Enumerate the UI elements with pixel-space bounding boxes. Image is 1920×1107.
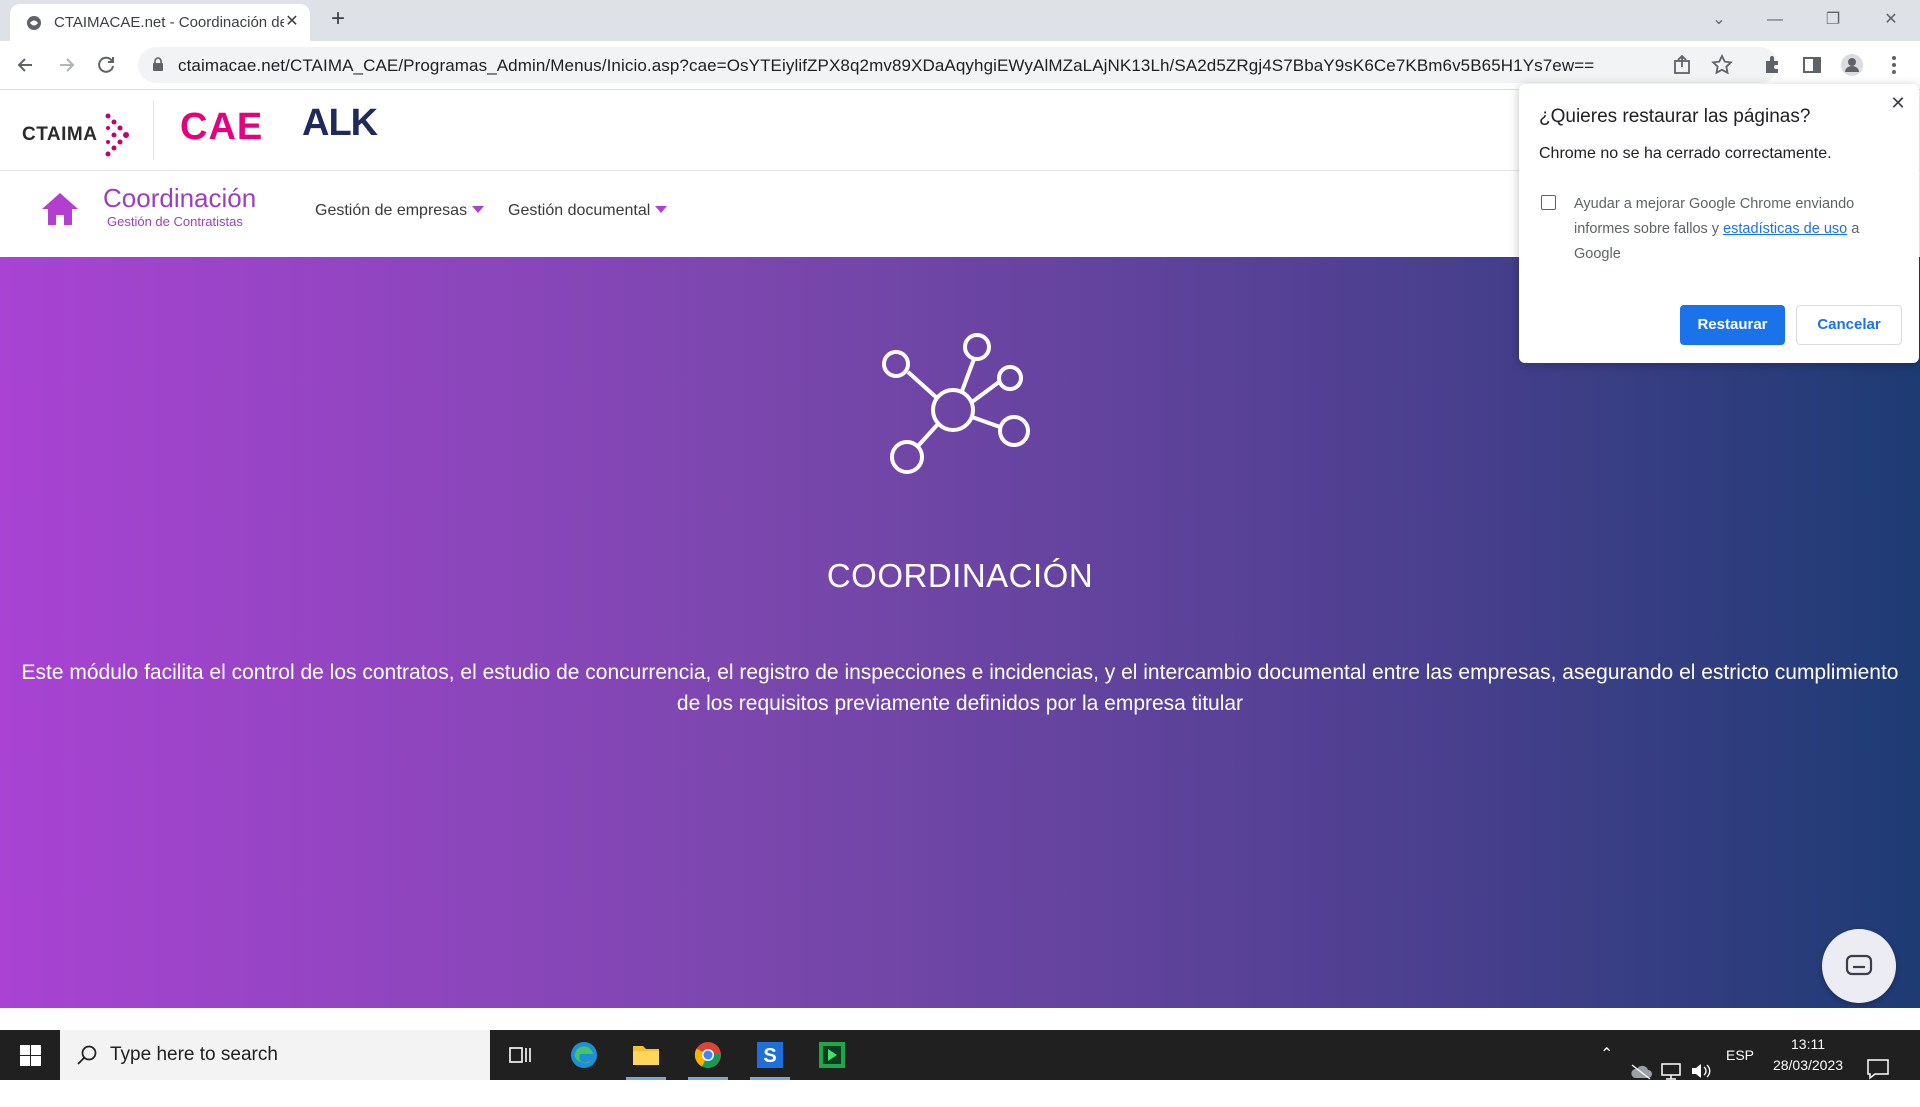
windows-taskbar: Type here to search S ⌃ ESP 13:11 28/03/… [0,1030,1920,1080]
chrome-icon [694,1042,721,1068]
hero-title: COORDINACIÓN [826,557,1094,594]
profile-icon[interactable] [1838,51,1866,79]
forward-icon[interactable] [52,51,80,79]
extensions-icon[interactable] [1758,51,1786,79]
cancel-button[interactable]: Cancelar [1796,305,1902,345]
browser-tab[interactable]: CTAIMACAE.net - Coordinación de ✕ [10,4,310,41]
close-tab-icon[interactable]: ✕ [282,12,302,32]
dialog-message: Chrome no se ha cerrado correctamente. [1539,145,1832,162]
clock-date[interactable]: 28/03/2023 [1766,1057,1850,1107]
back-icon[interactable] [12,51,40,79]
tab-search-icon[interactable]: ⌄ [1696,0,1742,41]
home-icon[interactable] [40,189,80,229]
alk-logo[interactable]: ALK [302,102,378,145]
volume-icon[interactable] [1690,1046,1712,1096]
taskbar-edge[interactable] [558,1030,610,1080]
menu-gestion-documental[interactable]: Gestión documental [508,202,668,220]
browser-toolbar: ctaimacae.net/CTAIMA_CAE/Programas_Admin… [0,41,1920,90]
caret-down-icon [472,206,485,213]
crash-report-label: Ayudar a mejorar Google Chrome enviando … [1574,192,1894,267]
search-placeholder: Type here to search [110,1044,278,1065]
hero-description: Este módulo facilita el control de los c… [21,661,1899,715]
tab-title: CTAIMACAE.net - Coordinación de [54,14,284,31]
cae-logo[interactable]: CAE [180,106,263,149]
onedrive-offline-icon[interactable] [1630,1047,1652,1097]
taskbar-file-explorer[interactable] [620,1030,672,1080]
new-tab-button[interactable]: + [326,7,350,32]
start-button[interactable] [0,1030,60,1080]
search-icon [77,1045,97,1065]
show-hidden-icons[interactable]: ⌃ [1600,1044,1613,1094]
page-footer-strip [0,1008,1920,1030]
restore-button[interactable]: Restaurar [1680,305,1785,345]
share-icon[interactable] [1668,51,1696,79]
crash-report-checkbox[interactable] [1541,195,1556,210]
svg-text:S: S [763,1045,776,1067]
taskbar-chrome[interactable] [682,1030,734,1080]
windows-logo-icon [20,1045,41,1066]
logo-divider [153,100,154,160]
menu-gestion-empresas[interactable]: Gestión de empresas [315,202,485,220]
module-title[interactable]: Coordinación [103,183,256,214]
taskbar-app-green[interactable] [806,1030,858,1080]
module-subtitle: Gestión de Contratistas [107,214,243,229]
restore-window-button[interactable]: ❐ [1810,0,1856,41]
restore-pages-dialog: ✕ ¿Quieres restaurar las páginas? Chrome… [1519,84,1919,363]
menu-kebab-icon[interactable] [1880,51,1908,79]
hero-banner: COORDINACIÓN Este módulo facilita el con… [0,257,1920,1008]
taskbar-app-s[interactable]: S [744,1030,796,1080]
menu-label: Gestión documental [508,202,651,219]
task-view-button[interactable] [494,1030,546,1080]
url-text: ctaimacae.net/CTAIMA_CAE/Programas_Admin… [178,56,1595,75]
app-s-icon: S [757,1042,783,1068]
side-panel-icon[interactable] [1798,51,1826,79]
language-indicator[interactable]: ESP [1726,1047,1754,1097]
bookmark-star-icon[interactable] [1708,51,1736,79]
reload-icon[interactable] [92,51,120,79]
ctaima-logo[interactable]: CTAIMA [22,124,97,146]
close-window-button[interactable]: ✕ [1868,0,1914,41]
edge-icon [571,1042,597,1068]
dialog-title: ¿Quieres restaurar las páginas? [1539,106,1811,127]
network-status-icon[interactable] [1660,1046,1682,1096]
caret-down-icon [655,206,668,213]
media-player-icon [819,1042,845,1068]
menu-label: Gestión de empresas [315,202,468,219]
address-bar[interactable]: ctaimacae.net/CTAIMA_CAE/Programas_Admin… [138,47,1778,83]
close-icon[interactable]: ✕ [1887,92,1909,114]
taskbar-search-box[interactable]: Type here to search [60,1030,490,1080]
folder-icon [633,1046,659,1065]
chat-icon [1845,954,1873,976]
task-view-icon [509,1047,531,1063]
lock-icon[interactable] [152,57,164,71]
ctaima-arrow-icon [105,113,129,157]
network-icon [882,333,1030,474]
usage-stats-link[interactable]: estadísticas de uso [1723,221,1847,237]
notifications-icon[interactable] [1866,1044,1890,1094]
minimize-button[interactable]: — [1752,0,1798,41]
browser-tab-strip: CTAIMACAE.net - Coordinación de ✕ + ⌄ — … [0,0,1920,41]
chat-button[interactable] [1822,929,1896,1003]
globe-icon [27,16,41,30]
